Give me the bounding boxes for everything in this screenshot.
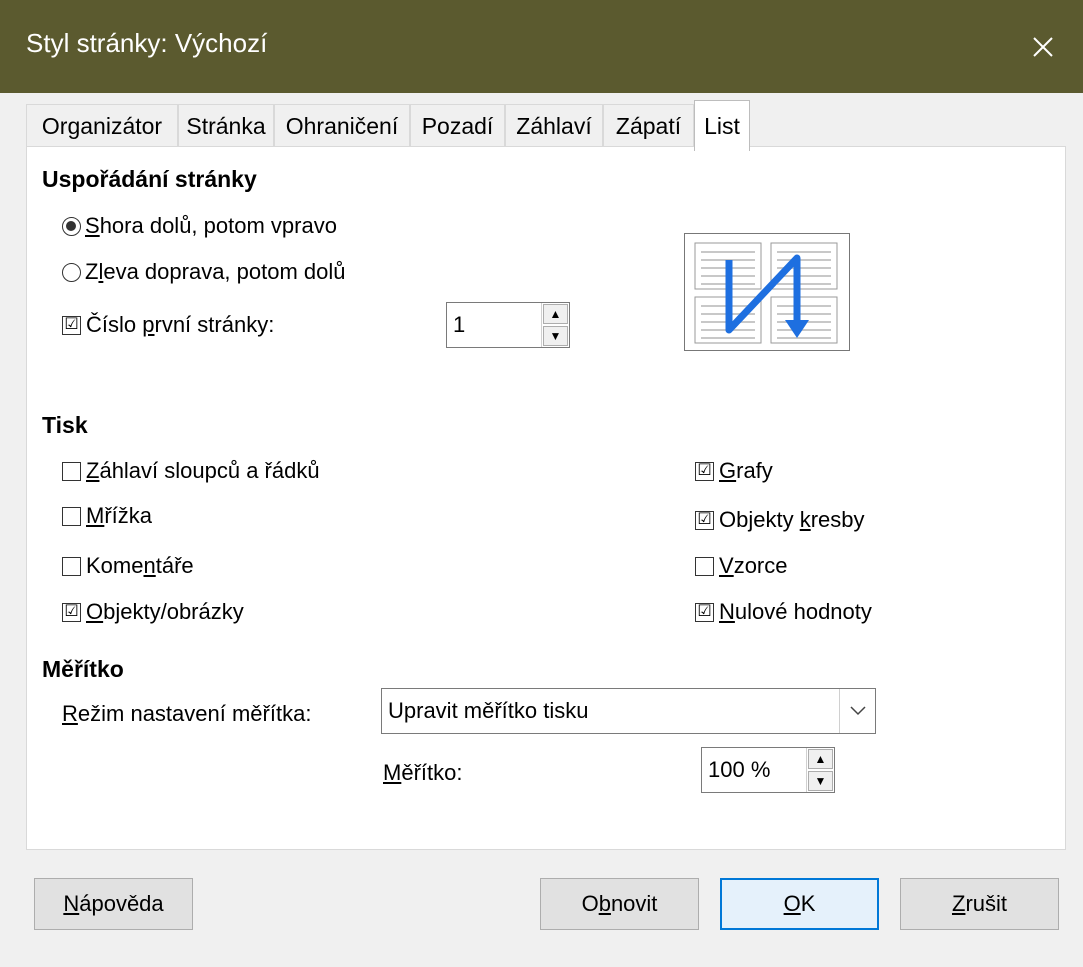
- print-formulas-label: Vzorce: [719, 553, 788, 578]
- print-comments-checkbox[interactable]: Komentáře: [62, 553, 194, 579]
- checkbox-checked: ☑: [62, 315, 81, 335]
- scale-heading: Měřítko: [42, 656, 124, 682]
- chevron-down-icon: [849, 706, 866, 716]
- checkbox-unchecked: [62, 461, 81, 481]
- checkbox-checked: ☑: [695, 602, 714, 622]
- print-grid-checkbox[interactable]: Mřížka: [62, 503, 152, 529]
- title-bar: Styl stránky: Výchozí: [0, 0, 1083, 93]
- tab-organizer[interactable]: Organizátor: [26, 104, 178, 149]
- page-order-heading: Uspořádání stránky: [42, 166, 257, 192]
- first-page-number-label: Číslo první stránky:: [86, 312, 275, 337]
- print-grid-label: Mřížka: [86, 503, 153, 528]
- tab-page[interactable]: Stránka: [178, 104, 274, 149]
- tab-footer[interactable]: Zápatí: [603, 104, 694, 149]
- tab-sheet[interactable]: List: [694, 100, 750, 151]
- help-button[interactable]: Nápověda: [34, 878, 193, 930]
- spin-up-icon[interactable]: ▲: [808, 749, 833, 769]
- print-drawing-objects-checkbox[interactable]: ☑ Objekty kresby: [695, 507, 865, 533]
- checkbox-unchecked: [62, 556, 81, 576]
- spin-down-icon[interactable]: ▼: [808, 771, 833, 791]
- print-objects-checkbox[interactable]: ☑ Objekty/obrázky: [62, 599, 244, 625]
- left-to-right-label: Zleva doprava, potom dolů: [85, 259, 346, 284]
- print-objects-label: Objekty/obrázky: [86, 599, 244, 624]
- print-formulas-checkbox[interactable]: Vzorce: [695, 553, 787, 579]
- radio-unselected: [62, 262, 81, 282]
- print-heading: Tisk: [42, 412, 88, 438]
- scale-mode-value: Upravit měřítko tisku: [388, 698, 589, 723]
- first-page-number-checkbox[interactable]: ☑ Číslo první stránky:: [62, 312, 274, 338]
- reset-button[interactable]: Ob novit: [540, 878, 699, 930]
- page-order-preview-icon: [694, 242, 838, 344]
- page-order-preview: [684, 233, 850, 351]
- first-page-number-value[interactable]: 1: [447, 312, 541, 338]
- print-charts-checkbox[interactable]: ☑ Grafy: [695, 458, 773, 484]
- ok-button[interactable]: OK: [720, 878, 879, 930]
- tab-borders[interactable]: Ohraničení: [274, 104, 410, 149]
- checkbox-unchecked: [62, 506, 81, 526]
- tab-background[interactable]: Pozadí: [410, 104, 505, 149]
- tab-header[interactable]: Záhlaví: [505, 104, 603, 149]
- scale-mode-dropdown[interactable]: Upravit měřítko tisku: [381, 688, 876, 734]
- left-to-right-radio[interactable]: Zleva doprava, potom dolů: [62, 259, 346, 285]
- window-title: Styl stránky: Výchozí: [26, 28, 268, 58]
- print-charts-label: Grafy: [719, 458, 773, 483]
- top-to-bottom-radio[interactable]: Shora dolů, potom vpravo: [62, 213, 337, 239]
- scale-factor-spinner[interactable]: 100 % ▲ ▼: [701, 747, 835, 793]
- dropdown-button[interactable]: [839, 689, 875, 733]
- spin-up-icon[interactable]: ▲: [543, 304, 568, 324]
- scale-factor-label: Měřítko:: [383, 760, 463, 785]
- print-zero-values-label: Nulové hodnoty: [719, 599, 872, 624]
- scale-mode-label: Režim nastavení měřítka:: [62, 701, 312, 726]
- scale-factor-value[interactable]: 100 %: [702, 757, 806, 783]
- print-zero-values-checkbox[interactable]: ☑ Nulové hodnoty: [695, 599, 872, 625]
- checkbox-unchecked: [695, 556, 714, 576]
- close-icon: [1033, 36, 1053, 57]
- print-comments-label: Komentáře: [86, 553, 194, 578]
- top-to-bottom-label: Shora dolů, potom vpravo: [85, 213, 337, 238]
- checkbox-checked: ☑: [62, 602, 81, 622]
- sheet-panel: [26, 146, 1066, 850]
- close-button[interactable]: [1003, 0, 1083, 93]
- spin-down-icon[interactable]: ▼: [543, 326, 568, 346]
- checkbox-checked: ☑: [695, 461, 714, 481]
- print-headers-checkbox[interactable]: Záhlaví sloupců a řádků: [62, 458, 320, 484]
- radio-selected: [62, 216, 81, 236]
- print-drawing-objects-label: Objekty kresby: [719, 507, 865, 532]
- checkbox-checked: ☑: [695, 510, 714, 530]
- cancel-button[interactable]: Zrušit: [900, 878, 1059, 930]
- first-page-number-spinner[interactable]: 1 ▲ ▼: [446, 302, 570, 348]
- tab-bar: Organizátor Stránka Ohraničení Pozadí Zá…: [26, 100, 1066, 151]
- print-headers-label: Záhlaví sloupců a řádků: [86, 458, 320, 483]
